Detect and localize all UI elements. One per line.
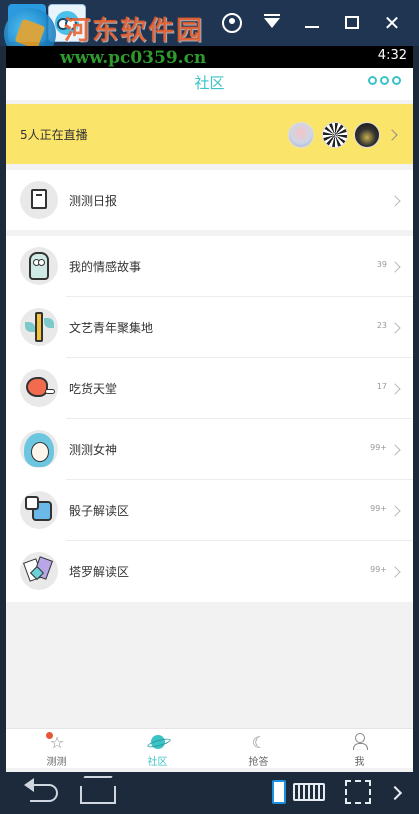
back-button[interactable]: [22, 778, 62, 808]
minimize-icon: [305, 26, 319, 28]
topic-count: 39: [376, 260, 387, 269]
dropdown-icon: [264, 14, 280, 28]
chevron-right-icon: [389, 444, 401, 456]
tab-quick-answer[interactable]: ☾ 抢答: [208, 729, 309, 769]
topic-count: 23: [376, 321, 387, 330]
status-time: 4:32: [377, 48, 407, 63]
bottom-tab-bar: ☆ 测测 社区 ☾ 抢答 我: [6, 728, 413, 768]
fullscreen-icon: [345, 780, 371, 804]
chevron-right-icon: [389, 195, 401, 207]
topic-list: 我的情感故事 39 文艺青年聚集地 23 吃货天堂 17 测测女神 99+ 骰子…: [6, 236, 413, 602]
topic-label: 塔罗解读区: [69, 565, 130, 579]
live-banner[interactable]: 5人正在直播: [6, 104, 413, 164]
rotate-phone-button[interactable]: [272, 778, 288, 808]
topic-label: 我的情感故事: [69, 260, 142, 274]
emulator-title-bar: 河东软件园 ✕: [0, 0, 419, 60]
tab-test[interactable]: ☆ 测测: [6, 729, 107, 769]
chevron-right-icon: [389, 505, 401, 517]
minimize-button[interactable]: [299, 10, 325, 36]
fullscreen-button[interactable]: [345, 778, 373, 808]
app-screen: 社区 5人正在直播 测测日报 我的情感故事 39 文艺青年聚集地 23 吃货天堂…: [6, 68, 413, 772]
live-avatar: [322, 122, 348, 148]
android-nav-bar: [0, 772, 419, 814]
daily-report-label: 测测日报: [69, 194, 118, 208]
maximize-icon: [345, 16, 359, 29]
home-icon: [80, 786, 116, 804]
person-icon: [351, 733, 369, 750]
live-banner-text: 5人正在直播: [20, 128, 88, 142]
chevron-right-icon: [387, 785, 403, 801]
chevron-right-icon: [389, 261, 401, 273]
close-icon: ✕: [383, 11, 401, 35]
chevron-right-icon: [389, 322, 401, 334]
maximize-button[interactable]: [339, 10, 365, 36]
book-icon: [20, 181, 58, 219]
tab-label: 社区: [147, 757, 168, 768]
tarot-cards-icon: [20, 552, 58, 590]
pencil-leaf-icon: [20, 308, 58, 346]
topic-count: 99+: [370, 443, 387, 452]
watermark-title: 河东软件园: [64, 16, 205, 46]
topic-label: 吃货天堂: [69, 382, 118, 396]
topic-label: 测测女神: [69, 443, 118, 457]
chevron-right-icon: [389, 566, 401, 578]
notification-dot: [46, 732, 53, 739]
more-dots-icon[interactable]: [368, 76, 401, 88]
live-avatar: [288, 122, 314, 148]
topic-label: 骰子解读区: [69, 504, 130, 518]
account-button[interactable]: [219, 10, 245, 36]
home-button[interactable]: [80, 778, 116, 808]
daily-report-card: 测测日报: [6, 170, 413, 230]
daily-report-item[interactable]: 测测日报: [6, 170, 413, 231]
ham-icon: [20, 369, 58, 407]
tab-label: 测测: [46, 757, 67, 768]
planet-icon: [149, 733, 167, 749]
account-icon: [222, 13, 242, 33]
tab-community[interactable]: 社区: [107, 729, 208, 769]
goddess-icon: [20, 430, 58, 468]
dice-icon: [20, 491, 58, 529]
chevron-right-icon: [389, 383, 401, 395]
topic-item[interactable]: 文艺青年聚集地 23: [6, 297, 413, 358]
topic-item[interactable]: 骰子解读区 99+: [6, 480, 413, 541]
topic-count: 99+: [370, 565, 387, 574]
phone-icon: [272, 780, 286, 804]
keyboard-icon: [293, 783, 325, 801]
menu-dropdown-button[interactable]: [259, 10, 285, 36]
topic-item[interactable]: 测测女神 99+: [6, 419, 413, 480]
topic-label: 文艺青年聚集地: [69, 321, 154, 335]
tab-label: 抢答: [248, 757, 269, 768]
topic-count: 99+: [370, 504, 387, 513]
keyboard-button[interactable]: [293, 778, 325, 808]
watermark-url: www.pc0359.cn: [60, 48, 207, 68]
app-header: 社区: [6, 68, 413, 100]
tab-me[interactable]: 我: [309, 729, 410, 769]
live-avatar: [354, 122, 380, 148]
tab-label: 我: [354, 757, 365, 768]
page-title: 社区: [194, 74, 225, 92]
close-button[interactable]: ✕: [379, 10, 405, 36]
owl-icon: [20, 247, 58, 285]
back-arrow-icon: [24, 778, 34, 792]
moon-icon: ☾: [251, 733, 267, 752]
next-button[interactable]: [387, 778, 404, 808]
topic-item[interactable]: 我的情感故事 39: [6, 236, 413, 297]
topic-count: 17: [376, 382, 387, 391]
chevron-right-icon: [386, 129, 398, 141]
back-icon: [30, 784, 58, 802]
topic-item[interactable]: 塔罗解读区 99+: [6, 541, 413, 602]
topic-item[interactable]: 吃货天堂 17: [6, 358, 413, 419]
